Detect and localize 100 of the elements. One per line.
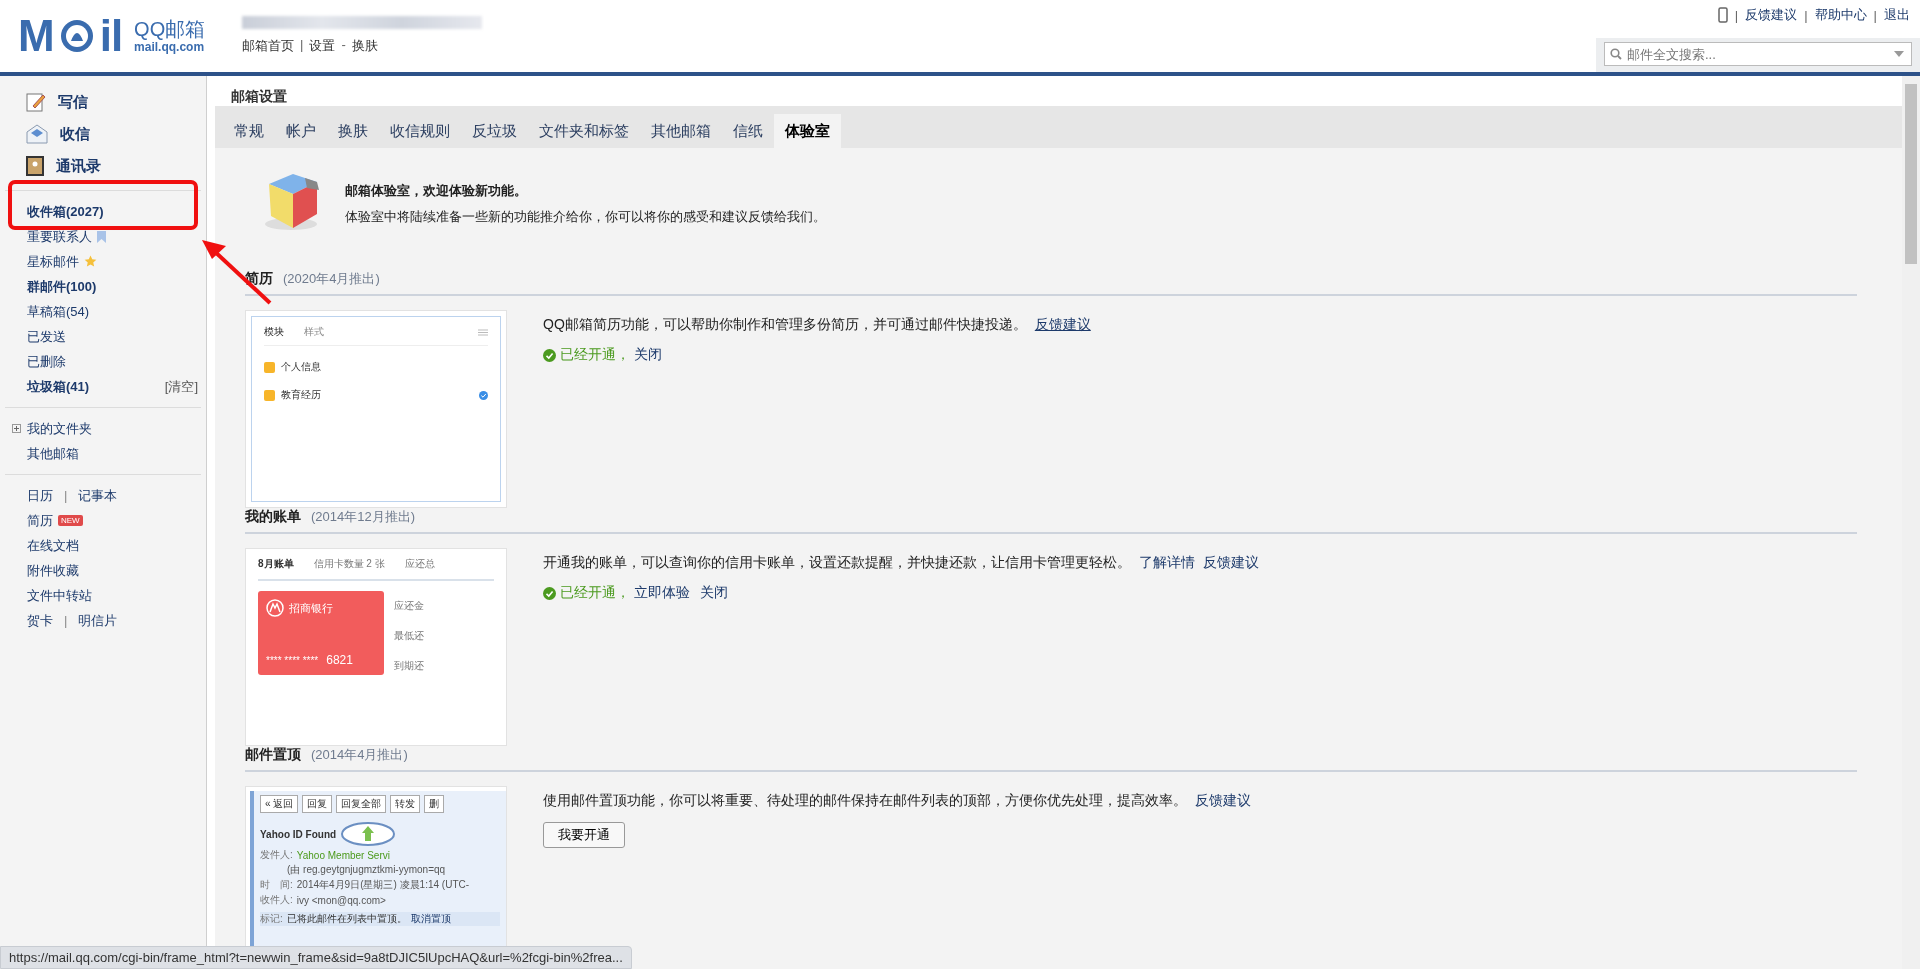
dropdown-icon[interactable] xyxy=(1894,51,1904,57)
check-icon xyxy=(479,390,488,400)
feedback-link[interactable]: 了解详情 xyxy=(1139,554,1195,570)
folder-link[interactable]: 日历 xyxy=(27,486,53,505)
bookmark-icon xyxy=(97,230,106,243)
logo-letter: il xyxy=(99,14,123,58)
search-icon xyxy=(1610,48,1622,60)
folder-link[interactable]: 附件收藏 xyxy=(27,561,79,580)
preview-text: (由 reg.geytgnjugmztkmi-yymon=qq xyxy=(287,863,446,877)
settings-tab[interactable]: 信纸 xyxy=(722,114,774,148)
folder-link[interactable]: 在线文档 xyxy=(27,536,79,555)
feature-action-link[interactable]: 关闭 xyxy=(700,584,728,602)
preview-tab-label: 模块 xyxy=(264,325,284,339)
person-icon xyxy=(264,361,275,373)
penguin-logo-icon xyxy=(59,19,94,53)
expand-icon[interactable] xyxy=(12,424,21,433)
folder-link[interactable]: 记事本 xyxy=(78,486,118,505)
enable-button[interactable]: 我要开通 xyxy=(543,822,625,848)
new-badge: NEW xyxy=(58,515,83,526)
folder-link[interactable]: 明信片 xyxy=(78,611,118,630)
separator: | xyxy=(1873,7,1877,23)
sidebar-action[interactable]: 写信 xyxy=(0,86,206,118)
settings-tab[interactable]: 常规 xyxy=(223,114,275,148)
scrollbar-thumb[interactable] xyxy=(1905,84,1917,264)
folder-link[interactable]: 星标邮件 xyxy=(27,252,79,271)
preview-label: 收件人: xyxy=(260,893,293,907)
separator: | xyxy=(300,37,304,54)
header-link[interactable]: 帮助中心 xyxy=(1814,6,1867,24)
folder-link[interactable]: 已删除 xyxy=(27,352,66,371)
folder-link[interactable]: 其他邮箱 xyxy=(27,444,79,463)
feedback-link[interactable]: 反馈建议 xyxy=(1034,316,1091,332)
sidebar-action[interactable]: 通讯录 xyxy=(0,150,206,182)
card-number: **** **** **** xyxy=(266,654,319,666)
folder-link[interactable]: 群邮件(100) xyxy=(27,277,97,296)
bank-logo-icon xyxy=(266,599,284,617)
card-number: 6821 xyxy=(326,653,353,667)
settings-tab[interactable]: 换肤 xyxy=(327,114,379,148)
enabled-status: 已经开通， xyxy=(560,584,630,602)
preview-text: 最低还 xyxy=(394,629,424,643)
separator: | xyxy=(64,613,68,628)
header-link[interactable]: 反馈建议 xyxy=(1745,6,1798,24)
feature-date: (2020年4月推出) xyxy=(283,270,380,288)
folder-link[interactable]: 我的文件夹 xyxy=(27,419,92,438)
feature-date: (2014年4月推出) xyxy=(311,746,408,764)
preview-text: 信用卡数量 2 张 xyxy=(313,557,385,571)
pin-arrow-drawing xyxy=(340,821,397,847)
preview-tab-label: 样式 xyxy=(304,325,324,339)
logo-name: QQ邮箱 xyxy=(134,18,206,40)
feature-description: 使用邮件置顶功能，你可以将重要、待处理的邮件保持在邮件列表的顶部，方便你优先处理，提高效率。 反馈建议 xyxy=(543,792,1251,810)
feature-description: QQ邮箱简历功能，可以帮助你制作和管理多份简历，并可通过邮件快捷投递。 反馈建议 xyxy=(543,316,1091,334)
page-title: 邮箱设置 xyxy=(230,88,288,106)
folder-link[interactable]: 简历 xyxy=(27,511,53,530)
folder-link[interactable]: 重要联系人 xyxy=(27,227,92,246)
nav-link[interactable]: 换肤 xyxy=(351,37,378,55)
folder-link[interactable]: 草稿箱(54) xyxy=(27,302,90,321)
feedback-link[interactable]: 反馈建议 xyxy=(1203,554,1259,570)
preview-text: 到期还 xyxy=(394,659,424,673)
enabled-status: 已经开通， xyxy=(560,346,630,364)
preview-text: 2014年4月9日(星期三) 凌晨1:14 (UTC- xyxy=(296,878,470,892)
settings-tab[interactable]: 体验室 xyxy=(774,114,841,148)
header-link[interactable]: 退出 xyxy=(1884,6,1910,24)
envelope-icon xyxy=(26,124,48,144)
preview-text: 应还金 xyxy=(394,599,424,613)
menu-icon xyxy=(478,328,488,336)
clear-link[interactable]: [清空] xyxy=(164,377,198,396)
separator: | xyxy=(1734,7,1739,23)
annotation-arrow xyxy=(202,240,272,305)
settings-tab[interactable]: 其他邮箱 xyxy=(640,114,722,148)
settings-tab[interactable]: 收信规则 xyxy=(379,114,461,148)
settings-tab[interactable]: 反垃圾 xyxy=(461,114,528,148)
folder-link[interactable]: 垃圾箱(41) xyxy=(27,377,90,396)
sidebar-action[interactable]: 收信 xyxy=(0,118,206,150)
logo-letter: M xyxy=(18,14,54,58)
feature-title: 我的账单 xyxy=(245,508,301,526)
feature-date: (2014年12月推出) xyxy=(311,508,416,526)
phone-icon[interactable] xyxy=(1717,7,1728,23)
settings-tab[interactable]: 文件夹和标签 xyxy=(528,114,640,148)
feature-action-link[interactable]: 关闭 xyxy=(634,346,662,364)
pencil-icon xyxy=(26,92,46,112)
feedback-link[interactable]: 反馈建议 xyxy=(1195,792,1251,808)
folder-link[interactable]: 文件中转站 xyxy=(27,586,92,605)
bank-name: 招商银行 xyxy=(289,600,333,616)
intro-title: 邮箱体验室，欢迎体验新功能。 xyxy=(345,182,528,200)
feature-action-link[interactable]: 立即体验 xyxy=(634,584,690,602)
feature-title: 邮件置顶 xyxy=(245,746,301,764)
nav-link[interactable]: 邮箱首页 xyxy=(242,37,294,55)
preview-text: 教育经历 xyxy=(281,388,321,402)
nav-link[interactable]: 设置 xyxy=(309,37,336,55)
person-icon xyxy=(264,389,275,401)
folder-link[interactable]: 收件箱(2027) xyxy=(27,202,104,221)
settings-tab[interactable]: 帐户 xyxy=(275,114,327,148)
preview-title: 8月账单 xyxy=(258,557,294,571)
preview-text: 应还总 xyxy=(404,557,435,571)
search-field[interactable]: 邮件全文搜索... xyxy=(1604,42,1912,66)
folder-link[interactable]: 贺卡 xyxy=(27,611,53,630)
folder-link[interactable]: 已发送 xyxy=(27,327,66,346)
address-book-icon xyxy=(26,156,44,176)
scrollbar[interactable] xyxy=(1902,76,1920,969)
preview-label: 标记: xyxy=(260,912,283,926)
preview-text: ivy <mon@qq.com> xyxy=(296,894,386,906)
